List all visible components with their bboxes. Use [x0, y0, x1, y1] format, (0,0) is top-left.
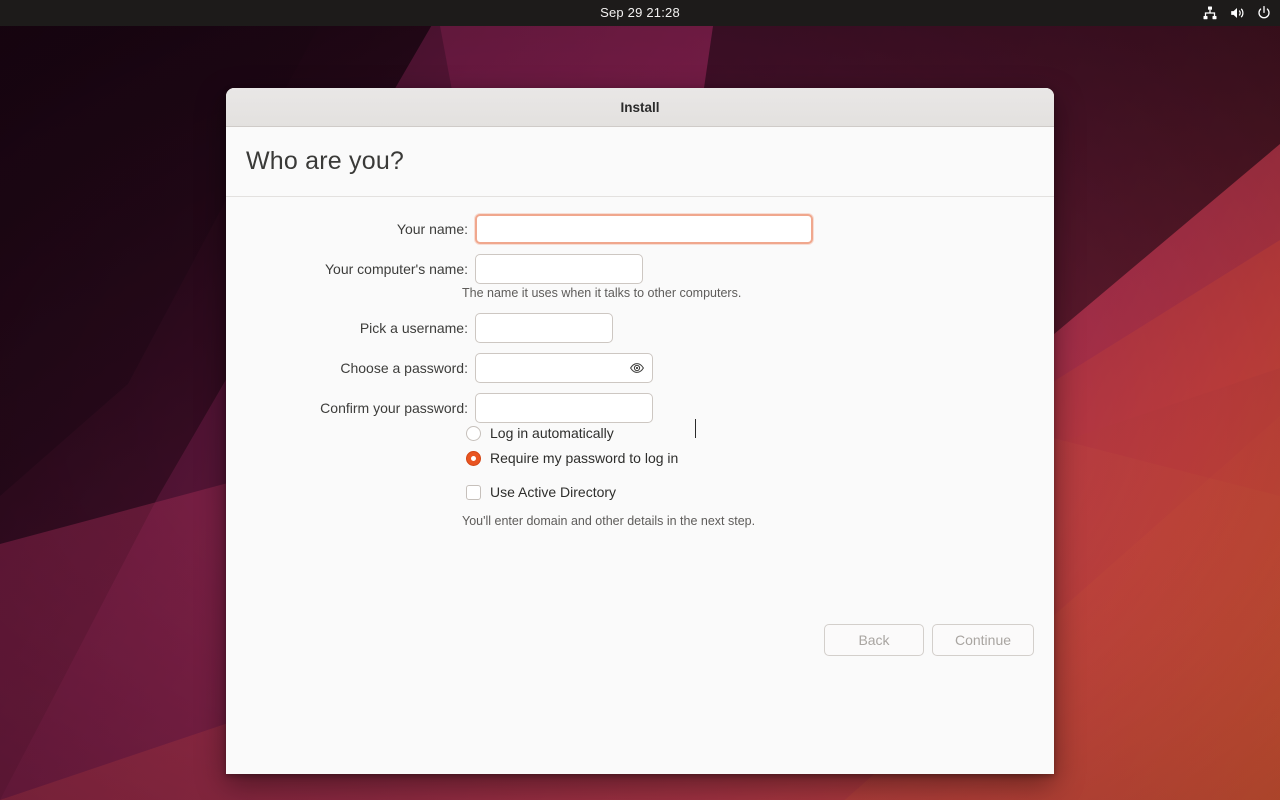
network-icon[interactable]: [1201, 5, 1218, 22]
checkbox-indicator-active-directory[interactable]: [466, 484, 481, 500]
eye-icon[interactable]: [628, 359, 646, 377]
top-panel: Sep 29 21:28: [0, 0, 1280, 26]
radio-login-automatically[interactable]: Log in automatically: [466, 425, 614, 441]
desktop: Sep 29 21:28 Install Who are you? Your n…: [0, 0, 1280, 800]
label-computer-name: Your computer's name:: [324, 261, 468, 277]
radio-require-password[interactable]: Require my password to log in: [466, 450, 678, 466]
computer-name-hint: The name it uses when it talks to other …: [462, 286, 742, 300]
label-your-name: Your name:: [396, 221, 468, 237]
power-icon[interactable]: [1255, 5, 1272, 22]
install-window: Install Who are you? Your name: Your com…: [226, 88, 1054, 774]
text-caret: [695, 419, 696, 438]
active-directory-hint: You'll enter domain and other details in…: [462, 514, 756, 528]
page-header: Who are you?: [226, 127, 1054, 197]
field-row-password: Choose a password:: [272, 353, 653, 383]
checkbox-use-active-directory[interactable]: Use Active Directory: [466, 484, 616, 500]
password-input-wrapper: [475, 353, 653, 383]
radio-indicator-require-password[interactable]: [466, 450, 481, 466]
field-row-username: Pick a username:: [272, 313, 613, 343]
field-row-computer-name: Your computer's name:: [272, 254, 643, 284]
label-username: Pick a username:: [359, 320, 468, 336]
radio-label-login-automatically: Log in automatically: [490, 425, 614, 441]
radio-label-require-password: Require my password to log in: [490, 450, 679, 466]
your-name-input[interactable]: [475, 214, 813, 244]
field-row-confirm-password: Confirm your password:: [272, 393, 653, 423]
radio-indicator-login-automatically[interactable]: [466, 425, 481, 441]
panel-tray: [1201, 0, 1272, 26]
password-input[interactable]: [475, 353, 653, 383]
computer-name-input[interactable]: [475, 254, 643, 284]
panel-clock[interactable]: Sep 29 21:28: [0, 0, 1280, 26]
window-content: Your name: Your computer's name: The nam…: [226, 197, 1054, 774]
window-title: Install: [620, 99, 660, 115]
field-row-your-name: Your name:: [272, 214, 813, 244]
label-password: Choose a password:: [340, 360, 468, 376]
continue-button[interactable]: Continue: [932, 624, 1034, 656]
page-title: Who are you?: [246, 147, 405, 175]
checkbox-label-active-directory: Use Active Directory: [490, 484, 617, 500]
back-button[interactable]: Back: [824, 624, 924, 656]
window-title-bar[interactable]: Install: [226, 88, 1054, 127]
label-confirm-password: Confirm your password:: [320, 400, 468, 416]
volume-icon[interactable]: [1228, 5, 1245, 22]
username-input[interactable]: [475, 313, 613, 343]
confirm-password-input[interactable]: [475, 393, 653, 423]
